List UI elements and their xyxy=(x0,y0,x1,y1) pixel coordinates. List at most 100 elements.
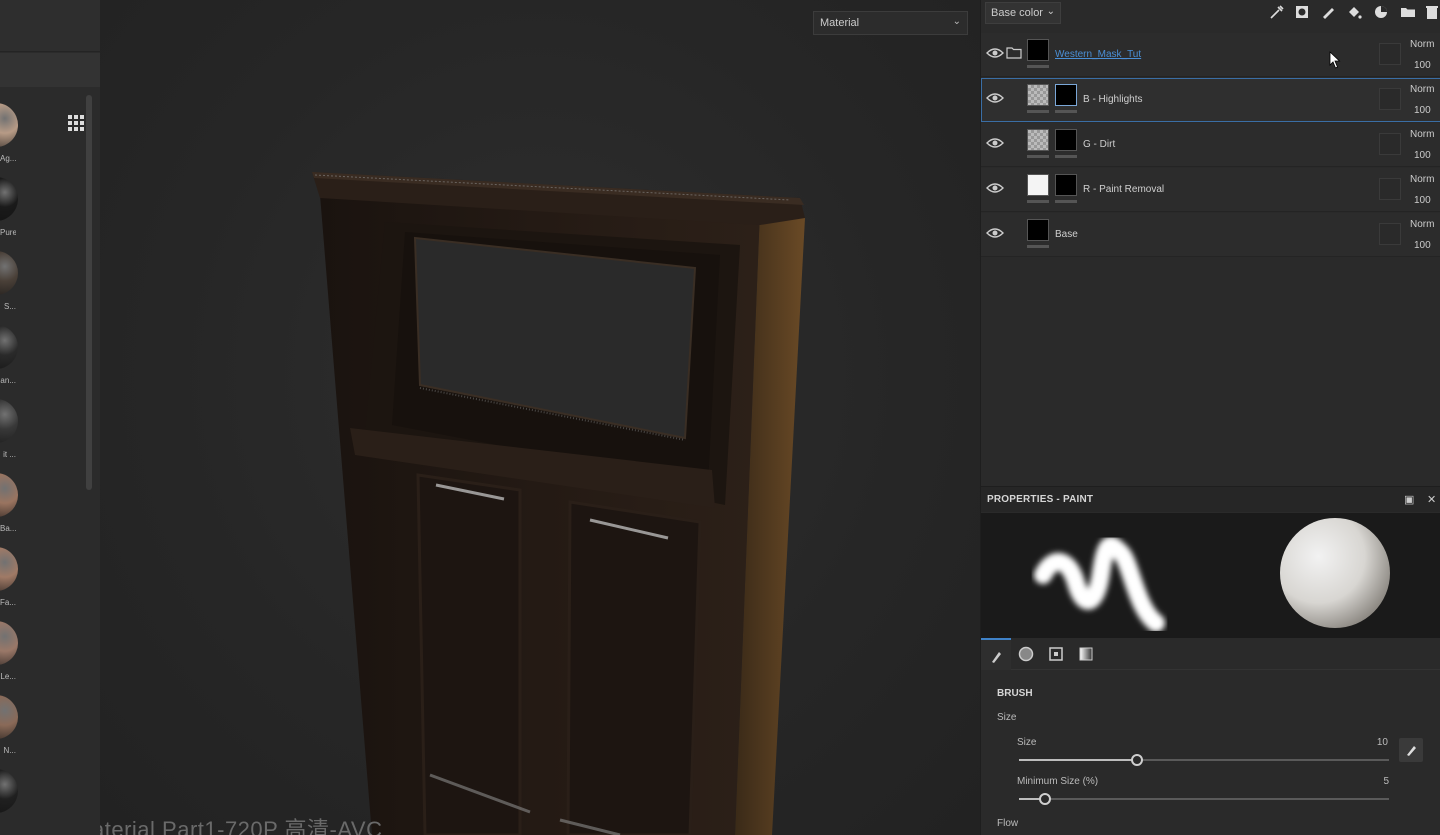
layer-blend-mode[interactable]: Norm xyxy=(1410,39,1434,50)
eye-icon[interactable] xyxy=(986,226,1004,240)
size-slider-knob[interactable] xyxy=(1131,754,1144,766)
add-folder-icon[interactable] xyxy=(1399,4,1417,22)
stencil-tab-icon xyxy=(1049,647,1063,661)
viewport-display-value: Material xyxy=(820,17,860,29)
properties-tabbar xyxy=(981,638,1440,670)
folder-icon[interactable] xyxy=(1006,47,1022,59)
layer-blend-box[interactable] xyxy=(1379,178,1401,200)
size-label: Size xyxy=(1017,737,1037,748)
pen-pressure-button[interactable] xyxy=(1399,738,1423,762)
layer-thumbnail[interactable] xyxy=(1027,84,1049,106)
material-ball[interactable] xyxy=(0,621,18,665)
layer-blend-mode[interactable]: Norm xyxy=(1410,219,1434,230)
material-ball[interactable] xyxy=(0,547,18,591)
layer-thumbnail[interactable] xyxy=(1027,39,1049,61)
material-ball[interactable] xyxy=(0,177,18,221)
material-ball[interactable] xyxy=(0,473,18,517)
material-label: Le... xyxy=(0,672,16,681)
layer-name[interactable]: B - Highlights xyxy=(1083,94,1142,105)
layer-row[interactable]: Base Norm 100 xyxy=(981,213,1440,257)
add-fill-layer-icon[interactable] xyxy=(1345,4,1363,22)
shelf-scrollbar[interactable] xyxy=(86,95,92,490)
right-panel: Base color ⌄ Western_Mask_Tut Norm 100 B… xyxy=(980,0,1440,835)
layer-blend-mode[interactable]: Norm xyxy=(1410,174,1434,185)
eye-icon[interactable] xyxy=(986,91,1004,105)
layer-toolbar: Base color ⌄ xyxy=(981,0,1440,30)
float-panel-icon[interactable]: ▣ xyxy=(1404,493,1414,506)
layer-row[interactable]: R - Paint Removal Norm 100 xyxy=(981,168,1440,212)
material-ball[interactable] xyxy=(0,251,18,295)
layer-stack-empty-area[interactable] xyxy=(981,258,1440,486)
tab-brush[interactable] xyxy=(981,638,1011,670)
size-slider[interactable] xyxy=(1019,754,1389,766)
viewport-display-select[interactable]: Material ⌄ xyxy=(813,11,968,35)
layer-thumbnail[interactable] xyxy=(1027,129,1049,151)
close-icon[interactable]: ✕ xyxy=(1427,493,1436,506)
add-smart-material-icon[interactable] xyxy=(1372,4,1390,22)
layer-opacity[interactable]: 100 xyxy=(1414,240,1431,251)
shelf-header xyxy=(0,0,100,52)
material-ball[interactable] xyxy=(0,103,18,147)
tab-material[interactable] xyxy=(1071,638,1101,670)
min-size-value[interactable]: 5 xyxy=(1359,776,1389,787)
layer-row[interactable]: B - Highlights Norm 100 xyxy=(981,78,1440,122)
material-ball[interactable] xyxy=(0,695,18,739)
add-mask-icon[interactable] xyxy=(1293,4,1311,22)
eye-icon[interactable] xyxy=(986,46,1004,60)
layer-blend-mode[interactable]: Norm xyxy=(1410,129,1434,140)
channel-select[interactable]: Base color ⌄ xyxy=(985,2,1061,24)
alpha-tab-icon xyxy=(1018,646,1034,662)
min-size-label: Minimum Size (%) xyxy=(1017,776,1099,787)
layer-name[interactable]: Base xyxy=(1055,229,1078,240)
material-tab-icon xyxy=(1079,647,1093,661)
pen-icon xyxy=(1407,746,1416,756)
material-label: Pure xyxy=(0,228,16,237)
thumbnail-bar xyxy=(1027,155,1049,158)
mask-thumbnail[interactable] xyxy=(1055,129,1077,151)
layer-opacity[interactable]: 100 xyxy=(1414,60,1431,71)
min-size-slider-knob[interactable] xyxy=(1038,793,1051,805)
eye-icon[interactable] xyxy=(986,181,1004,195)
delete-layer-icon[interactable] xyxy=(1423,4,1440,22)
material-label: it ... xyxy=(3,450,16,459)
min-size-slider[interactable] xyxy=(1019,793,1389,805)
layer-name[interactable]: R - Paint Removal xyxy=(1083,184,1164,195)
material-label: Ag... xyxy=(0,154,16,163)
layer-thumbnail[interactable] xyxy=(1027,174,1049,196)
brush-section-title: BRUSH xyxy=(997,688,1033,699)
material-label: N... xyxy=(3,746,16,755)
layer-blend-mode[interactable]: Norm xyxy=(1410,84,1434,95)
size-slider-fill xyxy=(1019,759,1138,761)
properties-title: PROPERTIES - PAINT xyxy=(987,494,1094,505)
material-label: an... xyxy=(0,376,16,385)
layer-row[interactable]: G - Dirt Norm 100 xyxy=(981,123,1440,167)
layer-opacity[interactable]: 100 xyxy=(1414,105,1431,116)
layer-name[interactable]: G - Dirt xyxy=(1083,139,1115,150)
layer-blend-box[interactable] xyxy=(1379,133,1401,155)
thumbnail-bar xyxy=(1027,245,1049,248)
layer-blend-box[interactable] xyxy=(1379,88,1401,110)
size-group-label: Size xyxy=(997,712,1017,723)
size-value[interactable]: 10 xyxy=(1358,737,1388,748)
mask-thumbnail[interactable] xyxy=(1055,84,1077,106)
material-ball[interactable] xyxy=(0,325,18,369)
layer-name[interactable]: Western_Mask_Tut xyxy=(1055,49,1141,60)
layer-blend-box[interactable] xyxy=(1379,223,1401,245)
material-ball[interactable] xyxy=(0,769,18,813)
tab-stencil[interactable] xyxy=(1041,638,1071,670)
layer-opacity[interactable]: 100 xyxy=(1414,195,1431,206)
thumbnail-bar xyxy=(1027,65,1049,68)
layer-thumbnail[interactable] xyxy=(1027,219,1049,241)
tab-alpha[interactable] xyxy=(1011,638,1041,670)
grid-view-icon[interactable] xyxy=(68,115,84,131)
add-effect-icon[interactable] xyxy=(1268,4,1286,22)
material-ball[interactable] xyxy=(0,399,18,443)
layer-blend-box[interactable] xyxy=(1379,43,1401,65)
3d-viewport[interactable]: Material ⌄ aterial Part1-720P 高清-AVC xyxy=(100,0,980,835)
layer-row[interactable]: Western_Mask_Tut Norm 100 xyxy=(981,33,1440,77)
layer-opacity[interactable]: 100 xyxy=(1414,150,1431,161)
add-paint-layer-icon[interactable] xyxy=(1319,4,1337,22)
mask-thumbnail[interactable] xyxy=(1055,174,1077,196)
eye-icon[interactable] xyxy=(986,136,1004,150)
thumbnail-bar xyxy=(1027,200,1049,203)
